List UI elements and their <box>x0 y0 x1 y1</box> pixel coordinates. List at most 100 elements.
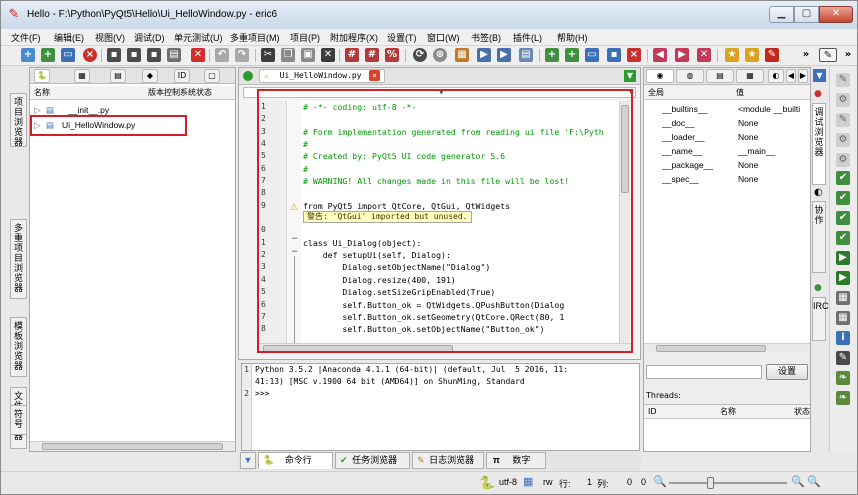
table-row[interactable]: __loader__ None <box>662 130 812 144</box>
tool-pen-alt-icon[interactable]: ✎ <box>836 113 850 127</box>
vtab-debug-viewer[interactable]: 调试浏览器 <box>812 103 826 185</box>
debug-project-icon[interactable]: ▶ <box>497 48 511 62</box>
tool-leaf2-icon[interactable]: ❧ <box>836 391 850 405</box>
star-icon[interactable]: ★ <box>725 48 739 62</box>
bookmark-next-icon[interactable]: ▶ <box>675 48 689 62</box>
tool-settings-icon[interactable]: ⚙ <box>836 133 850 147</box>
tool-pen-icon[interactable]: ✎ <box>836 73 850 87</box>
menu-view[interactable]: 视图(V) <box>95 31 125 44</box>
project-icon[interactable]: ▦ <box>455 48 469 62</box>
star-alt-icon[interactable]: ★ <box>745 48 759 62</box>
table-row[interactable]: __doc__ None <box>662 116 812 130</box>
vtab-multiproject-browser[interactable]: 多重项目浏览器 <box>10 219 27 299</box>
globals-tab[interactable]: ◉ <box>646 69 674 83</box>
tool-run-icon[interactable]: ▶ <box>836 251 850 265</box>
open-icon[interactable]: ▭ <box>61 48 75 62</box>
watch-tab[interactable]: ▦ <box>736 69 764 83</box>
table-row[interactable]: __package__ None <box>662 158 812 172</box>
new-file-icon[interactable]: + <box>21 48 35 62</box>
set-button[interactable]: 设置 <box>766 364 808 380</box>
vtab-symbols[interactable]: 符号 <box>10 405 27 435</box>
tab-shell[interactable]: 🐍 命令行 <box>258 452 333 469</box>
add-dir-icon[interactable]: + <box>565 48 579 62</box>
toolbar-more-icon[interactable]: » <box>841 48 855 62</box>
scroll-thumb[interactable] <box>42 443 223 450</box>
close-button[interactable]: ✕ <box>819 6 853 23</box>
table-row[interactable]: __builtins__ <module __builti <box>662 102 812 116</box>
sidebar-menu-icon[interactable]: ▼ <box>813 69 826 82</box>
interfaces-tab[interactable]: ID <box>174 69 190 83</box>
table-row[interactable]: __spec__ None <box>662 172 812 186</box>
bookmark-toggle-icon[interactable]: ✕ <box>697 48 711 62</box>
open-project-icon[interactable]: ▭ <box>585 48 599 62</box>
save-as-icon[interactable]: ▪ <box>127 48 141 62</box>
menu-extras[interactable]: 附加程序(X) <box>330 31 378 44</box>
vtab-project-browser[interactable]: 项目浏览器 <box>10 93 27 147</box>
cut-icon[interactable]: ✂ <box>261 48 275 62</box>
vtab-template-browser[interactable]: 模板浏览器 <box>10 317 27 377</box>
vtab-cooperation[interactable]: 协作 <box>812 201 826 273</box>
new-window-icon[interactable]: + <box>41 48 55 62</box>
tool-check2-icon[interactable]: ✔ <box>836 191 850 205</box>
bookmark-prev-icon[interactable]: ◀ <box>653 48 667 62</box>
horizontal-scrollbar[interactable] <box>644 343 810 353</box>
tab-scroll-right-icon[interactable]: ▶ <box>798 69 808 83</box>
menu-help[interactable]: 帮助(H) <box>557 31 588 44</box>
sources-tab[interactable]: 🐍 <box>34 69 50 83</box>
tab-task-viewer[interactable]: ✔ 任务浏览器 <box>335 452 410 469</box>
others-tab[interactable]: ▢ <box>204 69 220 83</box>
zoom-in-icon[interactable]: 🔍 <box>791 475 805 488</box>
menu-plugins[interactable]: 插件(L) <box>513 31 542 44</box>
tab-ui-hellowindow[interactable]: ⚠ Ui_HelloWindow.py × <box>259 69 385 83</box>
tool-leaf-icon[interactable]: ❧ <box>836 371 850 385</box>
tool-check-icon[interactable]: ✔ <box>836 171 850 185</box>
resources-tab[interactable]: ◆ <box>142 69 158 83</box>
tool-edit-icon[interactable]: ✎ <box>836 351 850 365</box>
menu-unittest[interactable]: 单元测试(U) <box>174 31 223 44</box>
add-file-icon[interactable]: + <box>545 48 559 62</box>
tool-check3-icon[interactable]: ✔ <box>836 211 850 225</box>
edit-mode-icon[interactable]: ✎ <box>819 48 837 62</box>
zoom-reset-icon[interactable]: 🔍 <box>807 475 821 488</box>
tool-gear-icon[interactable]: ⚙ <box>836 93 850 107</box>
zoom-slider-handle[interactable] <box>707 477 714 489</box>
menu-settings[interactable]: 设置(T) <box>387 31 417 44</box>
tool-grid-icon[interactable]: ▦ <box>836 291 850 305</box>
filter-input[interactable] <box>646 365 762 379</box>
tool-info-icon[interactable]: i <box>836 331 850 345</box>
toolbar-more-icon[interactable]: » <box>799 48 813 62</box>
horizontal-scrollbar[interactable] <box>30 441 235 451</box>
redo-icon[interactable]: ↷ <box>235 48 249 62</box>
comment-icon[interactable]: # <box>345 48 359 62</box>
tab-close-icon[interactable]: × <box>369 70 380 81</box>
tab-numbers[interactable]: π 数字 <box>486 452 546 469</box>
maximize-button[interactable]: ▢ <box>794 6 819 23</box>
delete-icon[interactable]: ✕ <box>321 48 335 62</box>
close-file-icon[interactable]: × <box>83 48 97 62</box>
breakpoints-tab[interactable]: ▤ <box>706 69 734 83</box>
menu-window[interactable]: 窗口(W) <box>427 31 460 44</box>
scroll-thumb[interactable] <box>656 345 766 352</box>
print-icon[interactable]: ▤ <box>167 48 181 62</box>
stop-icon[interactable]: ⊗ <box>433 48 447 62</box>
tool-grid2-icon[interactable]: ▦ <box>836 311 850 325</box>
menu-debug[interactable]: 调试(D) <box>134 31 165 44</box>
debug-script-icon[interactable]: ▶ <box>477 48 491 62</box>
python-shell[interactable]: 12 Python 3.5.2 |Anaconda 4.1.1 (64-bit)… <box>241 363 640 451</box>
tool-run2-icon[interactable]: ▶ <box>836 271 850 285</box>
menu-multiproject[interactable]: 多重项目(M) <box>230 31 280 44</box>
zoom-out-icon[interactable]: 🔍 <box>653 475 667 488</box>
quit-icon[interactable]: ✕ <box>191 48 205 62</box>
locals-tab[interactable]: ◍ <box>676 69 704 83</box>
menu-bookmarks[interactable]: 书签(B) <box>471 31 501 44</box>
tool-gear-alt-icon[interactable]: ⚙ <box>836 153 850 167</box>
tool-check4-icon[interactable]: ✔ <box>836 231 850 245</box>
bottom-menu-icon[interactable]: ▼ <box>240 452 256 469</box>
tab-log-viewer[interactable]: ✎ 日志浏览器 <box>412 452 484 469</box>
save-project-icon[interactable]: ▪ <box>607 48 621 62</box>
forms-tab[interactable]: ▦ <box>74 69 90 83</box>
file-icon[interactable]: ▤ <box>519 48 533 62</box>
translations-tab[interactable]: ▤ <box>110 69 126 83</box>
vtab-irc[interactable]: IRC <box>812 297 829 341</box>
minimize-button[interactable]: ▁ <box>769 6 794 23</box>
